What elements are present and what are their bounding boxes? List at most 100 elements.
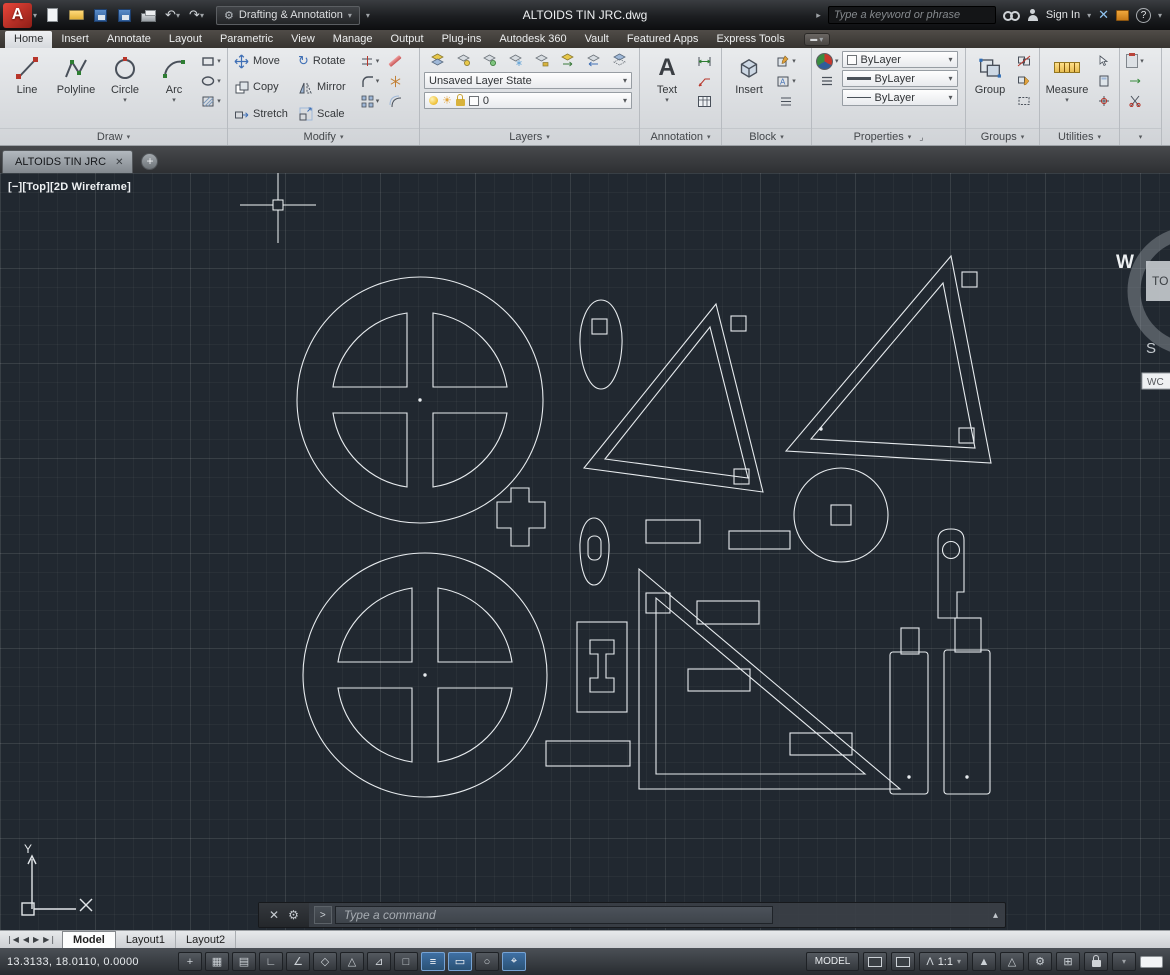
insert-block-button[interactable]: Insert [726, 51, 772, 128]
undo-button[interactable]: ↶▾ [162, 5, 183, 26]
modify-panel-label[interactable]: Modify▾ [228, 128, 419, 145]
tab-express-tools[interactable]: Express Tools [707, 31, 793, 48]
dimension-tool-button[interactable] [693, 52, 715, 70]
tab-output[interactable]: Output [382, 31, 433, 48]
layer-lock-button[interactable] [530, 51, 552, 69]
qat-customize-chevron-icon[interactable]: ▾ [366, 11, 370, 20]
group-selection-button[interactable] [1013, 92, 1035, 110]
paste-button[interactable]: ▾ [1124, 52, 1146, 70]
tab-layout1[interactable]: Layout1 [116, 931, 176, 948]
circle-tool-button[interactable]: Circle ▾ [102, 51, 148, 128]
line-tool-button[interactable]: Line [4, 51, 50, 128]
first-layout-button[interactable]: ❘◀ [6, 935, 19, 944]
model-space-button[interactable]: MODEL [806, 952, 860, 971]
ribbon-minimize-button[interactable]: ▬▾ [804, 33, 830, 46]
sign-in-chevron-icon[interactable]: ▾ [1087, 11, 1091, 20]
explode-tool-button[interactable] [384, 72, 406, 90]
tab-layout[interactable]: Layout [160, 31, 211, 48]
help-chevron-icon[interactable]: ▾ [1158, 11, 1162, 20]
table-tool-button[interactable] [693, 92, 715, 110]
command-history-icon[interactable]: ▴ [993, 910, 998, 921]
search-history-icon[interactable]: ▸ [816, 10, 821, 21]
toolbar-lock-button[interactable] [1084, 952, 1108, 971]
stretch-tool-button[interactable]: Stretch [232, 104, 296, 124]
tab-view[interactable]: View [282, 31, 324, 48]
autocad-logo[interactable]: A [3, 3, 32, 28]
layer-walk-button[interactable] [608, 51, 630, 69]
cut-clip-button[interactable] [1124, 92, 1146, 110]
text-flyout-icon[interactable]: ▾ [665, 96, 669, 104]
quick-select-button[interactable] [1093, 52, 1115, 70]
open-drawing-button[interactable] [66, 5, 87, 26]
plot-button[interactable] [138, 5, 159, 26]
groups-panel-label[interactable]: Groups▾ [966, 128, 1039, 145]
layer-properties-button[interactable] [426, 51, 448, 69]
hatch-tool-button[interactable]: ▾ [200, 92, 222, 110]
layer-freeze-button[interactable] [504, 51, 526, 69]
help-button[interactable]: ? [1136, 8, 1151, 23]
match-properties-button[interactable]: ▾ [816, 52, 839, 70]
id-point-button[interactable] [1093, 92, 1115, 110]
quick-view-layouts-button[interactable] [863, 952, 887, 971]
new-drawing-button[interactable] [42, 5, 63, 26]
properties-list-button[interactable] [816, 72, 839, 90]
tab-insert[interactable]: Insert [52, 31, 98, 48]
layer-on-bulb-icon[interactable] [429, 96, 438, 105]
mirror-tool-button[interactable]: Mirror [296, 77, 356, 97]
offset-tool-button[interactable] [384, 92, 406, 110]
layer-previous-button[interactable] [582, 51, 604, 69]
file-tab-close-icon[interactable]: ✕ [115, 157, 123, 168]
workspace-switcher[interactable]: ⚙ Drafting & Annotation ▾ [216, 6, 360, 25]
ortho-toggle[interactable]: ∟ [259, 952, 283, 971]
command-recent-button[interactable]: > [314, 906, 332, 924]
status-bar-menu-button[interactable]: ▾ [1112, 952, 1136, 971]
clean-screen-button[interactable] [1140, 956, 1163, 968]
tab-featured-apps[interactable]: Featured Apps [618, 31, 708, 48]
save-as-button[interactable] [114, 5, 135, 26]
sign-in-button[interactable]: Sign In [1046, 9, 1080, 21]
tab-autodesk-360[interactable]: Autodesk 360 [490, 31, 575, 48]
command-close-icon[interactable]: ✕ [269, 908, 279, 922]
draw-panel-label[interactable]: Draw▾ [0, 128, 227, 145]
scale-tool-button[interactable]: Scale [296, 104, 356, 124]
clipboard-panel-label[interactable]: ▾ [1120, 128, 1161, 145]
text-tool-button[interactable]: A Text ▾ [644, 51, 690, 128]
tab-manage[interactable]: Manage [324, 31, 382, 48]
copy-clip-button[interactable] [1124, 72, 1146, 90]
object-snap-tracking-toggle[interactable]: ⊿ [367, 952, 391, 971]
layer-unlock-icon[interactable] [456, 99, 465, 106]
infer-constraints-toggle[interactable]: + [178, 952, 202, 971]
lineweight-toggle[interactable]: ▭ [448, 952, 472, 971]
layer-state-dropdown[interactable]: Unsaved Layer State ▾ [424, 72, 632, 89]
layer-isolate-button[interactable] [478, 51, 500, 69]
autodesk-360-icon[interactable]: ✕ [1098, 7, 1109, 23]
circle-flyout-icon[interactable]: ▾ [123, 96, 127, 104]
transparency-toggle[interactable]: ○ [475, 952, 499, 971]
layer-match-button[interactable] [556, 51, 578, 69]
block-attributes-button[interactable] [775, 92, 797, 110]
linetype-dropdown[interactable]: ByLayer ▾ [842, 89, 958, 106]
annotation-autoscale-toggle[interactable]: △ [1000, 952, 1024, 971]
layer-thaw-sun-icon[interactable]: ☀ [442, 94, 452, 107]
properties-panel-label[interactable]: Properties▾⌟ [812, 128, 965, 145]
dynamic-ucs-toggle[interactable]: □ [394, 952, 418, 971]
search-binoculars-icon[interactable] [1003, 10, 1020, 20]
file-tab-active[interactable]: ALTOIDS TIN JRC ✕ [2, 150, 133, 173]
trim-tool-button[interactable]: ▾ [359, 52, 381, 70]
quick-properties-toggle[interactable]: ⌖ [502, 952, 526, 971]
arc-flyout-icon[interactable]: ▾ [172, 96, 176, 104]
block-panel-label[interactable]: Block▾ [722, 128, 811, 145]
prev-layout-button[interactable]: ◀ [23, 935, 29, 944]
redo-button[interactable]: ↷▾ [186, 5, 207, 26]
dynamic-input-toggle[interactable]: ≡ [421, 952, 445, 971]
layer-off-button[interactable] [452, 51, 474, 69]
3d-object-snap-toggle[interactable]: △ [340, 952, 364, 971]
layers-panel-label[interactable]: Layers▾ [420, 128, 639, 145]
ellipse-tool-button[interactable]: ▾ [200, 72, 222, 90]
measure-tool-button[interactable]: Measure ▾ [1044, 51, 1090, 128]
save-button[interactable] [90, 5, 111, 26]
command-input[interactable]: Type a command [335, 906, 773, 924]
exchange-apps-icon[interactable] [1116, 10, 1129, 21]
next-layout-button[interactable]: ▶ [33, 935, 39, 944]
layer-dropdown[interactable]: ☀ 0 ▾ [424, 92, 632, 109]
